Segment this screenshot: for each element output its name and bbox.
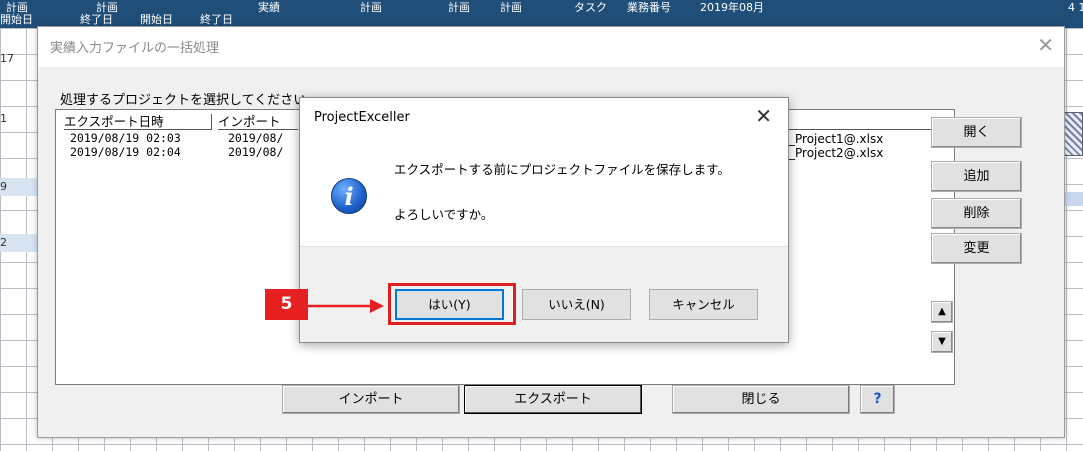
move-up-button[interactable]: ▲ (931, 301, 953, 323)
header-cell: 計画 (500, 1, 522, 14)
header-cell: 2019年08月 (700, 1, 764, 14)
header-cell: 終了日 (80, 13, 113, 26)
edit-button[interactable]: 変更 (931, 233, 1022, 264)
form-close-button[interactable]: ✕ (1037, 33, 1054, 57)
no-button[interactable]: いいえ(N) (522, 289, 631, 320)
move-down-button[interactable]: ▼ (931, 331, 953, 353)
help-button[interactable]: ? (860, 385, 895, 414)
gantt-bar (1063, 112, 1083, 156)
file-name: _Project1@.xlsx (789, 132, 884, 146)
delete-button[interactable]: 削除 (931, 198, 1022, 229)
dialog-message: エクスポートする前にプロジェクトファイルを保存します。 (394, 162, 730, 177)
arrow-up-icon: ▲ (938, 306, 946, 317)
dialog-title: ProjectExceller (314, 110, 410, 125)
import-button[interactable]: インポート (282, 385, 460, 414)
export-time: 2019/08/19 02:03 (70, 131, 181, 145)
header-cell: タスク (574, 1, 607, 14)
row-number: 17 (0, 52, 14, 65)
header-cell: 開始日 (140, 13, 173, 26)
dialog-close-button[interactable]: ✕ (755, 104, 772, 128)
row-number: 9 (0, 180, 7, 193)
header-cell: 実績 (258, 1, 280, 14)
import-time: 2019/08/ (228, 131, 284, 145)
info-icon: i (331, 178, 367, 214)
form-titlebar: 実績入力ファイルの一括処理 ✕ (38, 27, 1064, 67)
column-header-export-time: エクスポート日時 (64, 114, 212, 130)
open-button[interactable]: 開く (931, 117, 1022, 148)
header-cell: 計画 (360, 1, 382, 14)
header-cell: 開始日 (0, 13, 33, 26)
close-button[interactable]: 閉じる (672, 385, 850, 414)
header-cell: 業務番号 (627, 1, 671, 14)
project-select-prompt: 処理するプロジェクトを選択してください (60, 93, 307, 108)
export-button[interactable]: エクスポート (464, 385, 642, 414)
row-number: 1 (0, 112, 7, 125)
step-number-badge: 5 (265, 289, 308, 320)
list-item[interactable]: 2019/08/19 02:03 2019/08/ (70, 131, 283, 145)
column-header-import-time: インポート (218, 114, 298, 130)
form-title: 実績入力ファイルの一括処理 (50, 41, 220, 56)
header-cell: 4 1 (1068, 1, 1083, 14)
header-cell: 終了日 (200, 13, 233, 26)
cancel-button[interactable]: キャンセル (649, 289, 758, 320)
dialog-question: よろしいですか。 (394, 207, 494, 222)
gantt-cell (1063, 192, 1083, 206)
arrow-down-icon: ▼ (938, 336, 946, 347)
import-time: 2019/08/ (228, 145, 284, 159)
list-item[interactable]: 2019/08/19 02:04 2019/08/ (70, 145, 283, 159)
file-name: _Project2@.xlsx (789, 146, 884, 160)
export-time: 2019/08/19 02:04 (70, 145, 181, 159)
spreadsheet-header: 計画 計画 実績 計画 計画 計画 タスク 業務番号 2019年08月 開始日 … (0, 0, 1083, 28)
row-number: 2 (0, 236, 7, 249)
header-cell: 計画 (448, 1, 470, 14)
add-button[interactable]: 追加 (931, 161, 1022, 192)
step-arrow-icon (306, 299, 384, 313)
step-highlight-box (388, 283, 516, 325)
